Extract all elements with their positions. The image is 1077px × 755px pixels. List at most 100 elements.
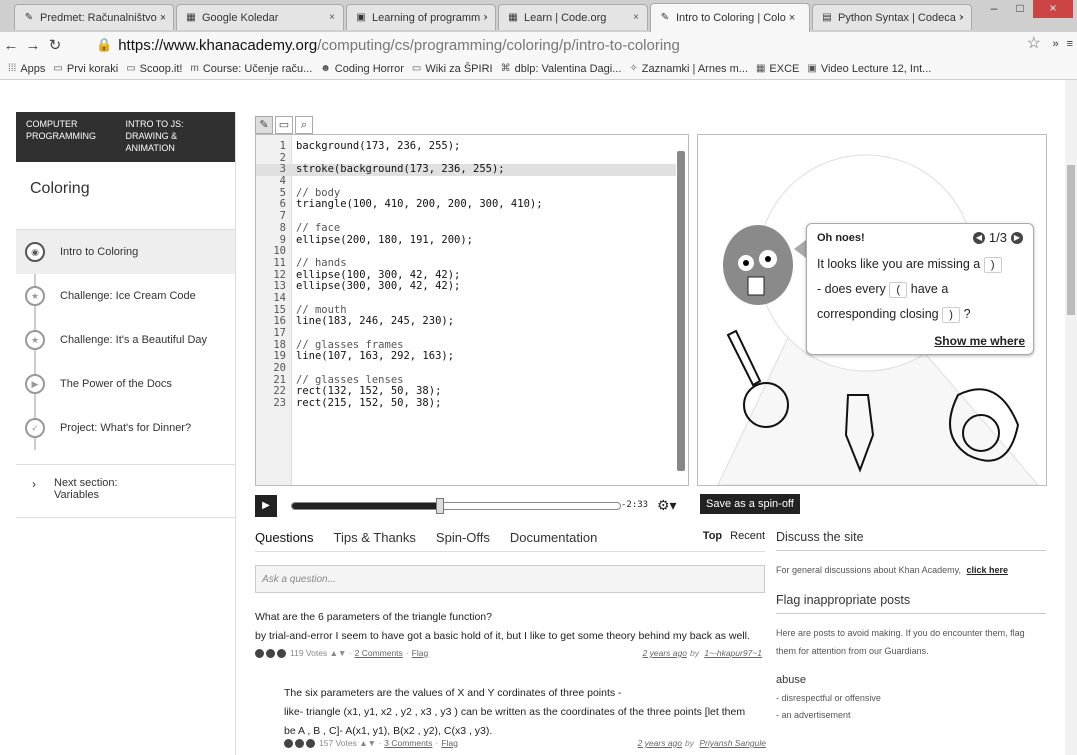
talkthrough-icon: ◉	[25, 242, 45, 262]
play-button[interactable]: ▶	[255, 495, 277, 517]
line-number: 1	[279, 140, 286, 152]
code-line[interactable]: 4	[256, 175, 676, 188]
lesson-beautiful-day[interactable]: ★ Challenge: It's a Beautiful Day	[16, 318, 235, 362]
next-section-link[interactable]: › Next section: Variables	[16, 464, 235, 518]
downvote-icon[interactable]: ▼	[338, 648, 346, 658]
age-link[interactable]: 2 years ago	[638, 738, 682, 748]
code-line[interactable]: 20	[256, 362, 676, 375]
pencil-icon[interactable]: ✎	[255, 116, 273, 134]
lesson-ice-cream-code[interactable]: ★ Challenge: Ice Cream Code	[16, 274, 235, 318]
lesson-intro-to-coloring[interactable]: ◉ Intro to Coloring	[16, 230, 235, 274]
bookmark-prvi-koraki[interactable]: ▭ Prvi koraki	[53, 63, 118, 75]
flag-text: Here are posts to avoid making. If you d…	[776, 628, 1025, 656]
flag-link[interactable]: Flag	[412, 648, 429, 658]
close-window-icon[interactable]: ×	[1033, 0, 1073, 18]
close-tab-icon[interactable]: ×	[633, 12, 639, 23]
chevron-right-icon: ›	[32, 477, 36, 491]
code-line[interactable]: 16 line(183, 246, 245, 230);	[256, 316, 676, 328]
code-line[interactable]: 9 ellipse(200, 180, 191, 200);	[256, 234, 676, 247]
bookmark-exce[interactable]: ▦ EXCE	[756, 63, 799, 75]
line-number: 6	[279, 198, 286, 211]
code-line[interactable]: 19 line(107, 163, 292, 163);	[256, 351, 676, 363]
code-line[interactable]: 3 stroke(background(173, 236, 255);	[256, 164, 676, 177]
downvote-icon[interactable]: ▼	[368, 738, 376, 748]
address-bar[interactable]: 🔒 https://www.khanacademy.org/computing/…	[92, 34, 1038, 56]
tab-intro-to-coloring[interactable]: ✎ Intro to Coloring | Colo ×	[650, 3, 810, 32]
upvote-icon[interactable]: ▲	[359, 738, 367, 748]
bookmark-course[interactable]: m Course: Učenje raču...	[190, 63, 312, 75]
bookmark-dblp[interactable]: ⌘ dblp: Valentina Dagi...	[501, 63, 622, 75]
gear-icon[interactable]: ⚙▾	[657, 497, 677, 514]
bookmark-coding-horror[interactable]: ☻ Coding Horror	[320, 63, 404, 75]
show-me-where-link[interactable]: Show me where	[934, 334, 1025, 348]
code-line[interactable]: 23 rect(215, 152, 50, 38);	[256, 397, 676, 410]
code-line[interactable]: 14	[256, 292, 676, 305]
maximize-icon[interactable]: □	[1007, 0, 1033, 18]
bookmark-apps[interactable]: ⁞⁞⁞ Apps	[8, 63, 45, 75]
magnifier-icon[interactable]: ⌕	[295, 116, 313, 134]
tab-documentation[interactable]: Documentation	[510, 530, 597, 551]
code-line[interactable]: 13 ellipse(300, 300, 42, 42);	[256, 281, 676, 293]
bookmark-star-icon[interactable]: ☆	[1027, 33, 1041, 53]
tab-spin-offs[interactable]: Spin-Offs	[436, 530, 490, 551]
page-icon: ▦	[508, 11, 518, 23]
lesson-whats-for-dinner[interactable]: ✓ Project: What's for Dinner?	[16, 406, 235, 450]
close-tab-icon[interactable]: ×	[329, 12, 335, 23]
code-line[interactable]: 11 // hands	[256, 257, 676, 270]
minimize-icon[interactable]: –	[981, 0, 1007, 18]
error-bubble-tail	[794, 240, 806, 258]
age-link[interactable]: 2 years ago	[643, 648, 687, 658]
author-link[interactable]: 1~-hkapur97~1	[704, 648, 762, 658]
page-icon: ▣	[356, 11, 366, 23]
editor-scroll-thumb[interactable]	[677, 151, 685, 471]
code-line[interactable]: 1 background(173, 236, 255);	[256, 140, 676, 153]
author-link[interactable]: Priyansh Sangule	[699, 738, 766, 748]
tab-tips-thanks[interactable]: Tips & Thanks	[334, 530, 416, 551]
extensions-chevron-icon[interactable]: »	[1052, 38, 1058, 50]
prev-error-icon[interactable]: ◀	[972, 231, 985, 244]
tab-python-syntax[interactable]: ▤ Python Syntax | Codeca ×	[812, 4, 972, 30]
flag-link[interactable]: Flag	[441, 738, 458, 748]
comment-icon[interactable]: ▭	[275, 116, 293, 134]
scrubber-handle[interactable]	[435, 498, 444, 514]
vote-actions-icon[interactable]	[255, 648, 286, 658]
reload-icon[interactable]: ↻	[44, 36, 66, 54]
click-here-link[interactable]: click here	[966, 565, 1008, 575]
back-icon[interactable]: ←	[0, 37, 22, 54]
page-scroll-thumb[interactable]	[1067, 165, 1075, 315]
comments-link[interactable]: 2 Comments	[355, 648, 403, 658]
bookmark-video-lecture[interactable]: ▣ Video Lecture 12, Int...	[807, 63, 931, 75]
comments-link[interactable]: 3 Comments	[384, 738, 432, 748]
bookmark-scoopit[interactable]: ▭ Scoop.it!	[126, 63, 182, 75]
crumb-computer-programming[interactable]: COMPUTER PROGRAMMING	[26, 118, 126, 156]
upvote-icon[interactable]: ▲	[330, 648, 338, 658]
tab-questions[interactable]: Questions	[255, 530, 314, 551]
ask-question-input[interactable]: Ask a question...	[255, 565, 765, 593]
crumb-intro-to-js[interactable]: INTRO TO JS: DRAWING & ANIMATION	[126, 118, 226, 156]
code-line[interactable]: 8 // face	[256, 222, 676, 235]
page-scrollbar[interactable]	[1065, 80, 1077, 755]
editor-scrollbar[interactable]	[676, 139, 686, 479]
tab-predmet[interactable]: ✎ Predmet: Računalništvo ×	[14, 4, 174, 30]
menu-icon[interactable]: ≡	[1067, 38, 1073, 50]
oh-noes-character	[723, 225, 793, 305]
save-spinoff-button[interactable]: Save as a spin-off	[700, 494, 800, 514]
code-editor[interactable]: 1 background(173, 236, 255); 2 3 stroke(back…	[255, 134, 689, 486]
playback-scrubber[interactable]	[291, 498, 621, 514]
sort-recent[interactable]: Recent	[730, 530, 765, 542]
tab-learning[interactable]: ▣ Learning of programm ×	[346, 4, 496, 30]
tab-google-koledar[interactable]: ▦ Google Koledar ×	[176, 4, 344, 30]
bookmark-zaznamki[interactable]: ✧ Zaznamki | Arnes m...	[629, 63, 748, 75]
bookmark-wiki-spiri[interactable]: ▭ Wiki za ŠPIRI	[412, 63, 493, 75]
playback-bar: ▶ -2:33 ⚙▾	[255, 495, 689, 517]
vote-actions-icon[interactable]	[284, 738, 315, 748]
sort-top[interactable]: Top	[703, 530, 722, 542]
forward-icon[interactable]: →	[22, 37, 44, 54]
lesson-power-of-docs[interactable]: ▶ The Power of the Docs	[16, 362, 235, 406]
code-line[interactable]: 17	[256, 327, 676, 340]
next-error-icon[interactable]: ▶	[1011, 231, 1023, 244]
line-number: 7	[279, 210, 286, 223]
code-line[interactable]: 6 triangle(100, 410, 200, 200, 300, 410);	[256, 199, 676, 211]
breadcrumb: COMPUTER PROGRAMMING INTRO TO JS: DRAWIN…	[16, 112, 235, 162]
tab-code-org[interactable]: ▦ Learn | Code.org ×	[498, 4, 648, 30]
